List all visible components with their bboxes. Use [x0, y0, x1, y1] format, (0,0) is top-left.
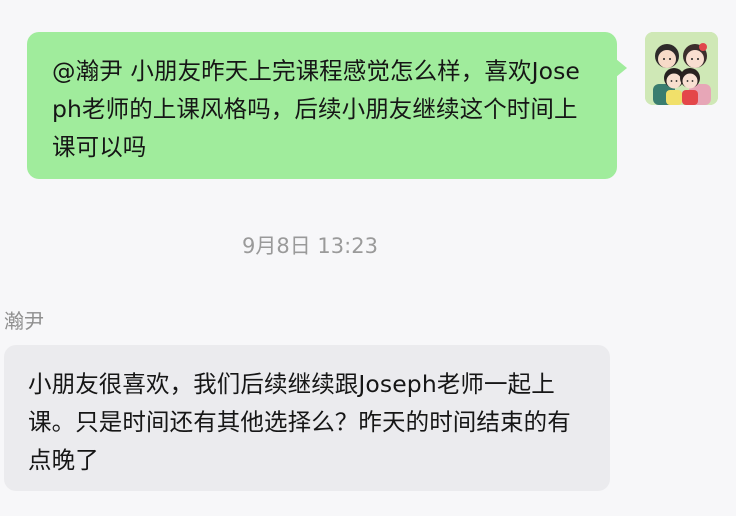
- message-timestamp: 9月8日 13:23: [242, 234, 378, 258]
- chat-window: @瀚尹 小朋友昨天上完课程感觉怎么样，喜欢Joseph老师的上课风格吗，后续小朋…: [0, 0, 736, 516]
- outgoing-message-bubble[interactable]: @瀚尹 小朋友昨天上完课程感觉怎么样，喜欢Joseph老师的上课风格吗，后续小朋…: [27, 32, 627, 179]
- sender-name: 瀚尹: [4, 309, 44, 333]
- incoming-message-bubble[interactable]: 小朋友很喜欢，我们后续继续跟Joseph老师一起上课。只是时间还有其他选择么？昨…: [4, 345, 610, 491]
- family-cartoon-avatar-icon[interactable]: [645, 32, 718, 105]
